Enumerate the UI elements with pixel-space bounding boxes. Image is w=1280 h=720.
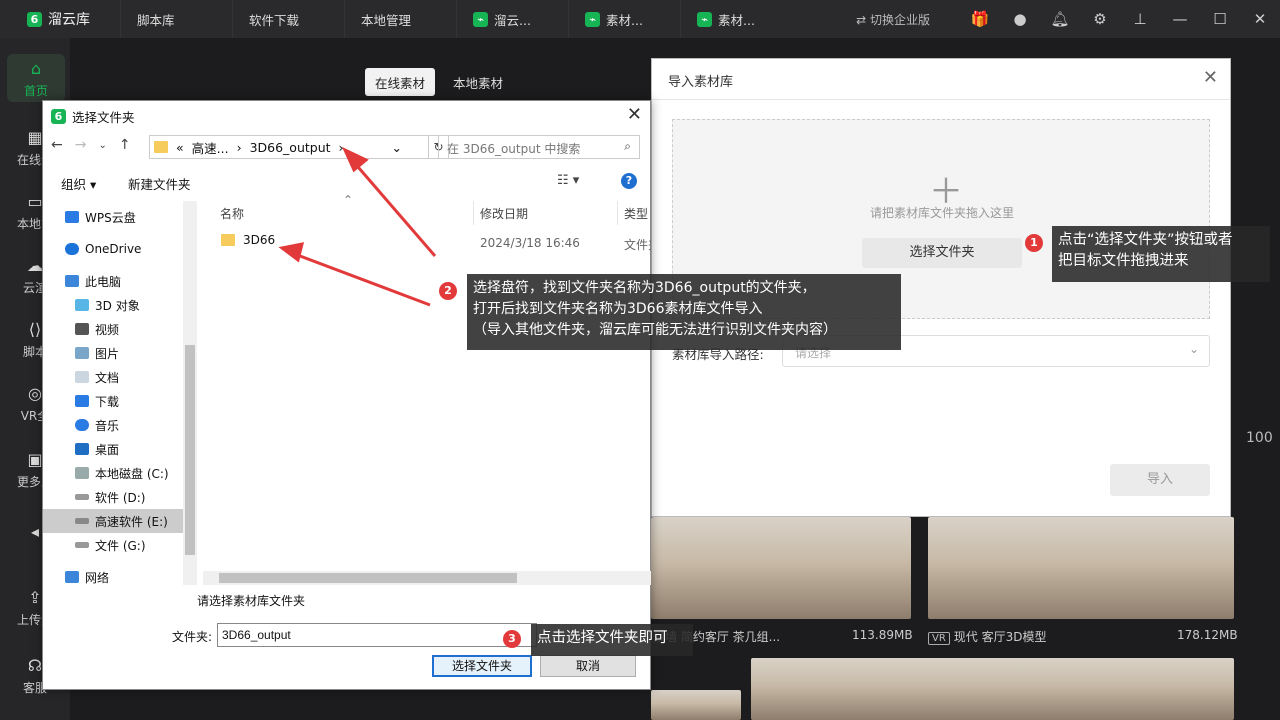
annotation-number: 2 — [439, 282, 457, 300]
arrow-head — [341, 146, 369, 173]
arrow-to-address — [350, 159, 437, 257]
annotation-arrows — [278, 146, 437, 307]
annotation-number: 3 — [503, 630, 521, 648]
annotation-number: 1 — [1025, 234, 1043, 252]
arrow-head — [278, 242, 305, 263]
annotation-callout: 选择盘符，找到文件夹名称为3D66_output的文件夹， 打开后找到文件夹名称… — [467, 274, 901, 350]
arrow-to-folder — [291, 251, 431, 307]
annotation-callout: 点击“选择文件夹”按钮或者 把目标文件拖拽进来 — [1052, 226, 1270, 282]
annotation-callout: 点击选择文件夹即可 — [531, 624, 693, 656]
